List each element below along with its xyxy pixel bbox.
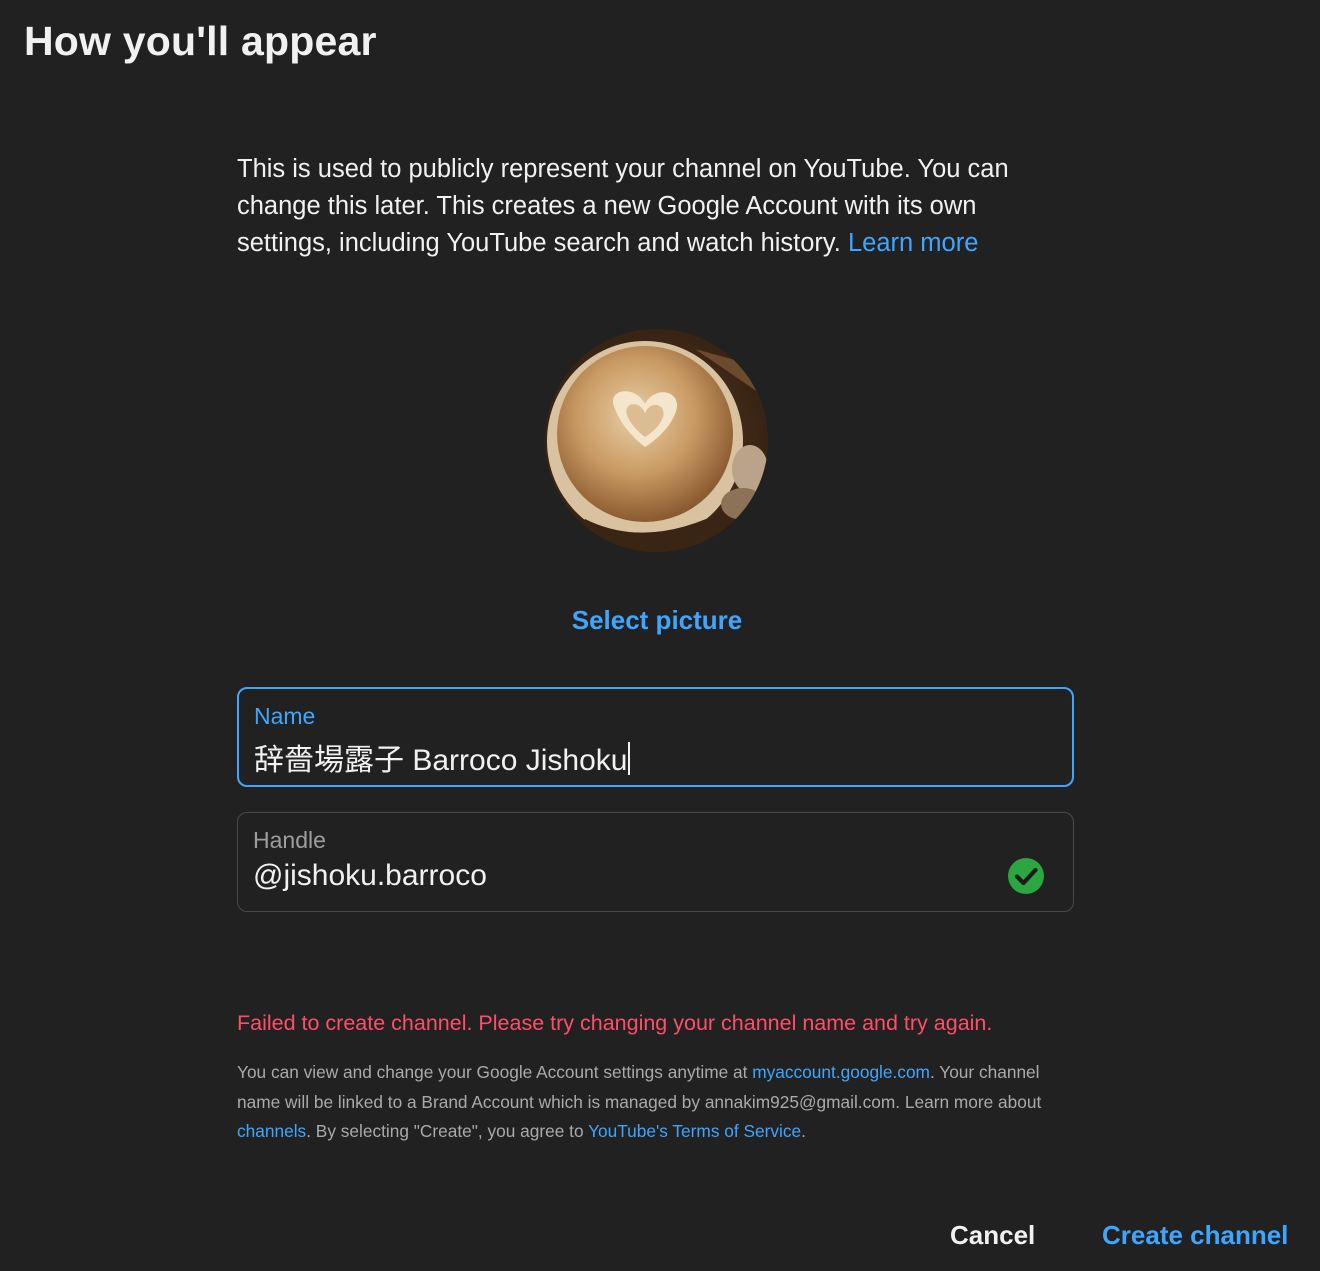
channel-avatar <box>545 329 768 552</box>
dialog-title: How you'll appear <box>24 18 377 64</box>
cancel-button[interactable]: Cancel <box>950 1220 1035 1251</box>
latte-art-image <box>545 329 768 552</box>
fineprint-part4: . <box>801 1121 806 1141</box>
name-input[interactable]: 辞嗇場露子 Barroco Jishoku <box>254 735 631 779</box>
channels-link[interactable]: channels <box>237 1121 306 1141</box>
intro-paragraph: This is used to publicly represent your … <box>237 151 1037 262</box>
handle-field[interactable]: Handle @jishoku.barroco <box>237 812 1074 912</box>
name-input-value: 辞嗇場露子 Barroco Jishoku <box>254 744 628 777</box>
name-field-label: Name <box>254 703 316 729</box>
text-caret <box>628 742 631 775</box>
fineprint-part3: . By selecting "Create", you agree to <box>306 1121 589 1141</box>
name-field[interactable]: Name 辞嗇場露子 Barroco Jishoku <box>237 687 1074 787</box>
learn-more-link[interactable]: Learn more <box>848 229 978 257</box>
myaccount-link[interactable]: myaccount.google.com <box>752 1062 930 1082</box>
handle-field-label: Handle <box>253 827 326 853</box>
fineprint-text: You can view and change your Google Acco… <box>237 1058 1077 1147</box>
check-circle-icon <box>1008 858 1044 894</box>
create-channel-button[interactable]: Create channel <box>1102 1220 1288 1251</box>
fineprint-part1: You can view and change your Google Acco… <box>237 1062 753 1082</box>
select-picture-row: Select picture <box>0 605 1314 636</box>
terms-of-service-link[interactable]: YouTube's Terms of Service <box>588 1121 801 1141</box>
select-picture-button[interactable]: Select picture <box>572 605 743 635</box>
handle-input[interactable]: @jishoku.barroco <box>253 859 487 893</box>
error-message: Failed to create channel. Please try cha… <box>237 1011 993 1035</box>
create-channel-dialog: How you'll appear This is used to public… <box>0 0 1320 1271</box>
